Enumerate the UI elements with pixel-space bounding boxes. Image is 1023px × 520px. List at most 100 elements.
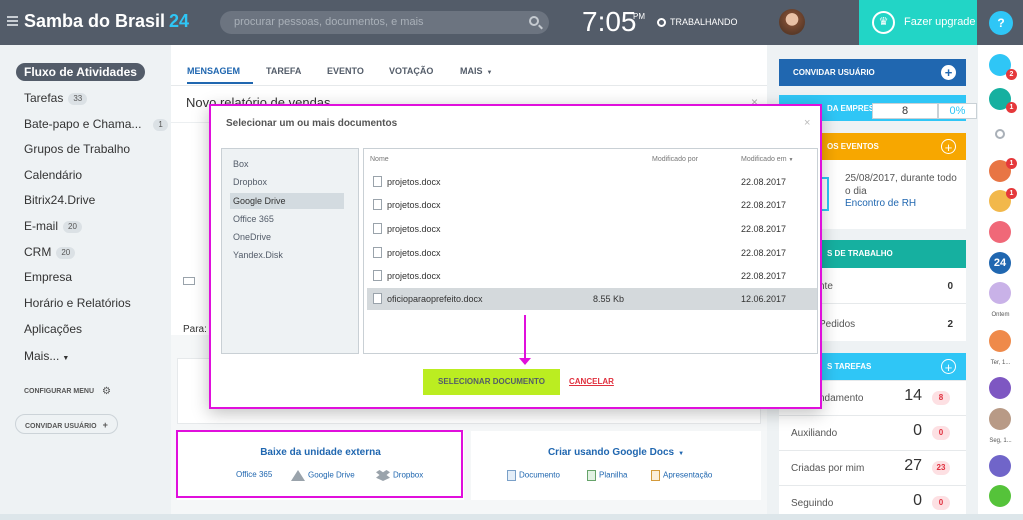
phone-icon[interactable] bbox=[989, 485, 1011, 507]
workgroup-row-value: 2 bbox=[947, 319, 953, 330]
menu-item-crm[interactable]: CRM 20 bbox=[24, 243, 76, 261]
source-office365[interactable]: Office 365 bbox=[230, 211, 344, 227]
user-avatar[interactable] bbox=[779, 9, 805, 35]
menu-item-label: Aplicações bbox=[24, 322, 83, 336]
tab-message[interactable]: MENSAGEM bbox=[187, 66, 240, 76]
task-row[interactable]: Seguindo 0 0 bbox=[779, 485, 966, 520]
storage-source-list: Box Dropbox Google Drive Office 365 OneD… bbox=[221, 148, 359, 354]
cancel-link[interactable]: CANCELAR bbox=[569, 377, 614, 386]
hamburger-menu-icon[interactable] bbox=[7, 16, 18, 26]
chat-time-label: Ontem bbox=[991, 312, 1010, 318]
source-onedrive[interactable]: OneDrive bbox=[230, 229, 344, 245]
notification-badge: 1 bbox=[1006, 102, 1017, 113]
gear-icon[interactable]: ⚙ bbox=[102, 386, 111, 397]
menu-counter: 20 bbox=[56, 246, 76, 259]
file-row[interactable]: projetos.docx 22.08.2017 bbox=[367, 171, 817, 193]
file-row[interactable]: projetos.docx 22.08.2017 bbox=[367, 242, 817, 264]
source-google-drive[interactable]: Google Drive bbox=[230, 193, 344, 209]
file-row[interactable]: projetos.docx 22.08.2017 bbox=[367, 194, 817, 216]
source-yandex-disk[interactable]: Yandex.Disk bbox=[230, 247, 344, 263]
menu-item-label: Calendário bbox=[24, 168, 83, 182]
crown-icon: ♛ bbox=[872, 11, 895, 34]
select-document-button[interactable]: SELECIONAR DOCUMENTO bbox=[423, 369, 560, 395]
workgroup-row-label[interactable]: Pedidos bbox=[819, 319, 855, 330]
file-row-selected[interactable]: oficioparaoprefeito.docx 8.55 Kb 12.06.201… bbox=[367, 288, 817, 310]
document-icon bbox=[373, 247, 382, 258]
contact-avatar[interactable] bbox=[989, 377, 1011, 399]
create-spreadsheet-link[interactable]: Planilha bbox=[587, 470, 627, 481]
close-icon[interactable]: × bbox=[804, 117, 810, 129]
plus-icon[interactable]: + bbox=[941, 65, 956, 80]
bitrix24-icon[interactable]: 24 bbox=[989, 252, 1011, 274]
contact-avatar[interactable] bbox=[989, 330, 1011, 352]
document-icon bbox=[373, 270, 382, 281]
file-date: 22.08.2017 bbox=[741, 271, 787, 281]
menu-item-activity-stream[interactable]: Fluxo de Atividades bbox=[16, 63, 145, 81]
column-modified-at-label: Modificado em bbox=[741, 156, 787, 163]
menu-item-more[interactable]: Mais... ▼ bbox=[24, 347, 69, 365]
tab-more[interactable]: MAIS ▼ bbox=[460, 66, 492, 76]
task-row-count: 14 bbox=[904, 387, 922, 404]
file-name: oficioparaoprefeito.docx bbox=[387, 294, 483, 304]
configure-menu-button[interactable]: CONFIGURAR MENU bbox=[24, 388, 94, 395]
plus-icon[interactable]: + bbox=[941, 359, 956, 375]
chat-time-label: Ter, 1... bbox=[990, 360, 1011, 366]
source-dropbox[interactable]: Dropbox bbox=[230, 174, 344, 190]
menu-item-label: Fluxo de Atividades bbox=[24, 65, 137, 79]
column-modified-at[interactable]: Modificado em ▼ bbox=[741, 156, 793, 163]
invite-user-header: CONVIDAR USUÁRIO bbox=[793, 68, 875, 77]
file-row[interactable]: projetos.docx 22.08.2017 bbox=[367, 265, 817, 287]
recipients-label: Para: bbox=[183, 324, 207, 335]
work-status-icon[interactable] bbox=[657, 18, 666, 27]
tab-poll[interactable]: VOTAÇÃO bbox=[389, 66, 433, 76]
chevron-down-icon: ▼ bbox=[678, 451, 685, 457]
menu-item-email[interactable]: E-mail 20 bbox=[24, 217, 82, 235]
tab-event[interactable]: EVENTO bbox=[327, 66, 364, 76]
menu-item-label: Grupos de Trabalho bbox=[24, 142, 131, 156]
create-presentation-link[interactable]: Apresentação bbox=[651, 470, 712, 481]
menu-item-label: Empresa bbox=[24, 270, 73, 284]
file-name: projetos.docx bbox=[387, 271, 441, 281]
source-box[interactable]: Box bbox=[230, 156, 344, 172]
group-chat-avatar[interactable] bbox=[989, 282, 1011, 304]
plus-icon[interactable]: + bbox=[941, 139, 956, 155]
file-size: 8.55 Kb bbox=[593, 294, 625, 304]
file-row[interactable]: projetos.docx 22.08.2017 bbox=[367, 218, 817, 240]
clock[interactable]: 7:05 bbox=[582, 6, 637, 38]
task-row-count: 0 bbox=[913, 492, 922, 509]
invite-user-button[interactable]: CONVIDAR USUÁRIO + bbox=[15, 414, 118, 434]
menu-item-label: Bate-papo e Chama... bbox=[24, 117, 142, 131]
upgrade-button[interactable]: ♛ Fazer upgrade bbox=[859, 0, 977, 45]
google-docs-title[interactable]: Criar usando Google Docs ▼ bbox=[471, 447, 761, 458]
menu-item-chat[interactable]: Bate-papo e Chama... 1 bbox=[24, 115, 168, 133]
menu-item-time-reports[interactable]: Horário e Relatórios bbox=[24, 294, 131, 312]
search-icon[interactable] bbox=[529, 16, 539, 26]
event-link[interactable]: Encontro de RH bbox=[845, 198, 916, 209]
invite-user-panel[interactable]: CONVIDAR USUÁRIO + bbox=[779, 59, 966, 86]
menu-item-tasks[interactable]: Tarefas 33 bbox=[24, 89, 88, 107]
task-row[interactable]: Criadas por mim 27 23 bbox=[779, 450, 966, 485]
attach-file-icon[interactable] bbox=[183, 277, 195, 285]
chat-time-label: Seg, 1... bbox=[989, 438, 1012, 444]
task-row[interactable]: Auxiliando 0 0 bbox=[779, 415, 966, 450]
megaphone-icon[interactable] bbox=[989, 221, 1011, 243]
contact-avatar[interactable] bbox=[989, 408, 1011, 430]
task-row-badge: 23 bbox=[932, 461, 950, 475]
tab-task[interactable]: TAREFA bbox=[266, 66, 301, 76]
menu-item-workgroups[interactable]: Grupos de Trabalho bbox=[24, 140, 130, 158]
menu-item-label: Tarefas bbox=[24, 91, 64, 105]
column-name[interactable]: Nome bbox=[370, 156, 389, 163]
column-modified-by[interactable]: Modificado por bbox=[652, 156, 698, 163]
create-document-link[interactable]: Documento bbox=[507, 470, 560, 481]
work-status[interactable]: TRABALHANDO bbox=[670, 17, 738, 27]
search-icon[interactable] bbox=[995, 129, 1005, 139]
document-icon bbox=[373, 199, 382, 210]
video-call-icon[interactable] bbox=[989, 455, 1011, 477]
menu-item-company[interactable]: Empresa bbox=[24, 268, 72, 286]
help-button[interactable]: ? bbox=[989, 11, 1013, 35]
menu-item-applications[interactable]: Aplicações bbox=[24, 320, 82, 338]
menu-item-calendar[interactable]: Calendário bbox=[24, 166, 82, 184]
search-input[interactable]: procurar pessoas, documentos, e mais bbox=[220, 11, 549, 34]
portal-title[interactable]: Samba do Brasil 24 bbox=[24, 11, 189, 32]
menu-item-drive[interactable]: Bitrix24.Drive bbox=[24, 191, 95, 209]
